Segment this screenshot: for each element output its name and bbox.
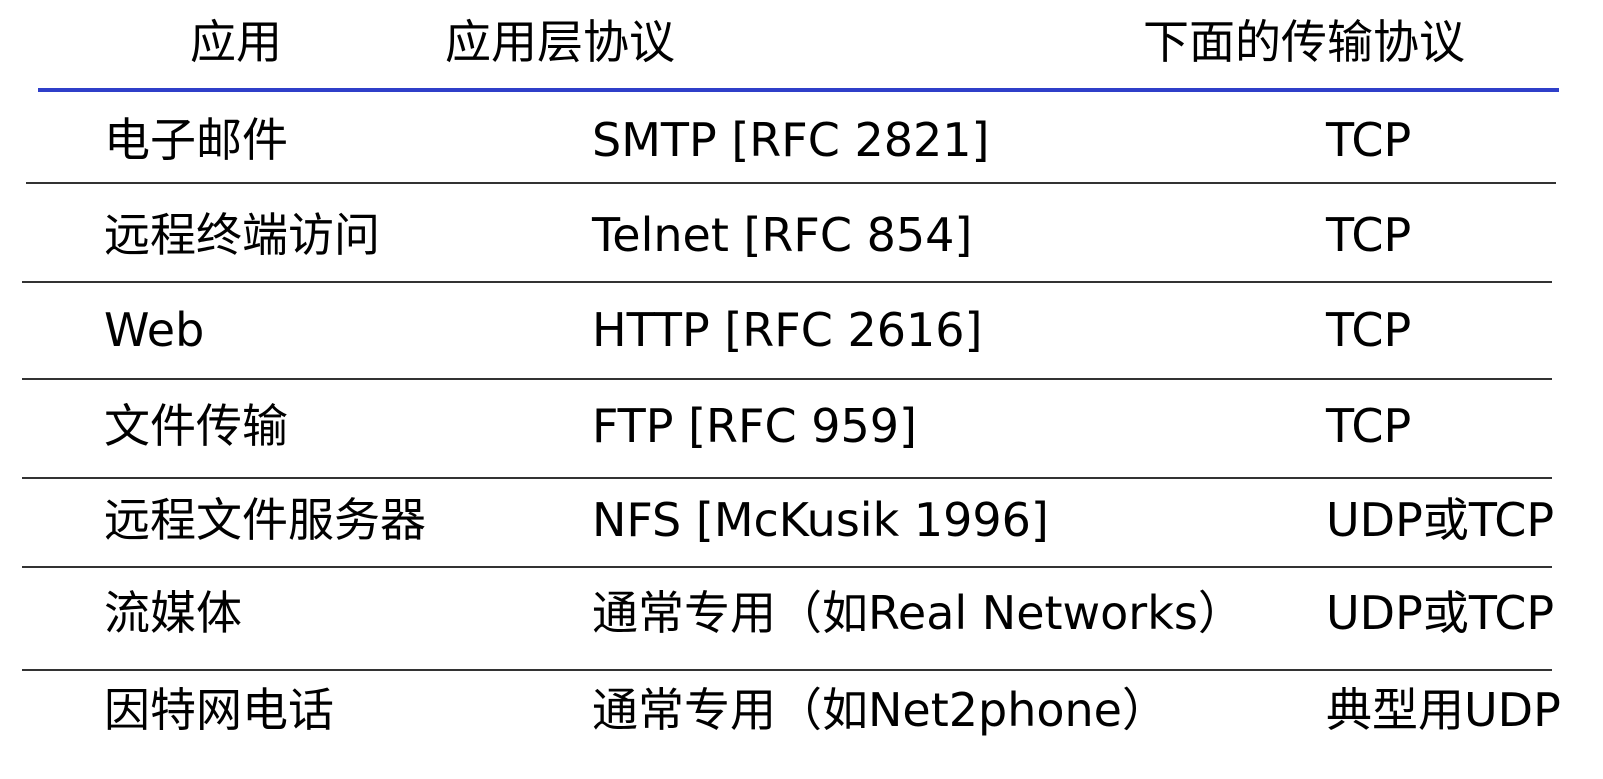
table-row: 文件传输 FTP [RFC 959] TCP <box>0 396 1603 456</box>
application-cell: 电子邮件 <box>104 113 288 167</box>
application-cell: 流媒体 <box>104 586 242 640</box>
protocol-cell: HTTP [RFC 2616] <box>592 303 983 357</box>
table-row: Web HTTP [RFC 2616] TCP <box>0 300 1603 360</box>
application-cell: 远程终端访问 <box>104 208 380 262</box>
application-cell: 文件传输 <box>104 399 288 453</box>
application-cell: 因特网电话 <box>104 683 334 737</box>
column-header-application: 应用 <box>190 15 282 69</box>
row-divider <box>26 182 1556 184</box>
transport-cell: TCP <box>1326 113 1412 167</box>
protocol-cell: SMTP [RFC 2821] <box>592 113 990 167</box>
row-divider <box>22 477 1552 479</box>
transport-cell: UDP或TCP <box>1326 586 1555 640</box>
row-divider <box>22 281 1552 283</box>
transport-cell: UDP或TCP <box>1326 493 1555 547</box>
table-row: 流媒体 通常专用（如Real Networks） UDP或TCP <box>0 583 1603 643</box>
table-row: 电子邮件 SMTP [RFC 2821] TCP <box>0 110 1603 170</box>
transport-cell: TCP <box>1326 303 1412 357</box>
protocol-cell: NFS [McKusik 1996] <box>592 493 1049 547</box>
column-header-transport-protocol: 下面的传输协议 <box>1143 15 1465 69</box>
protocol-cell: 通常专用（如Real Networks） <box>592 586 1244 640</box>
column-header-app-layer-protocol: 应用层协议 <box>445 15 675 69</box>
protocol-cell: FTP [RFC 959] <box>592 399 917 453</box>
row-divider <box>22 566 1552 568</box>
protocol-table: 应用 应用层协议 下面的传输协议 电子邮件 SMTP [RFC 2821] TC… <box>0 0 1603 779</box>
table-row: 远程文件服务器 NFS [McKusik 1996] UDP或TCP <box>0 490 1603 550</box>
table-row: 因特网电话 通常专用（如Net2phone） 典型用UDP <box>0 680 1603 740</box>
transport-cell: TCP <box>1326 208 1412 262</box>
transport-cell: 典型用UDP <box>1326 683 1561 737</box>
header-divider <box>38 88 1559 92</box>
application-cell: Web <box>104 303 205 357</box>
protocol-cell: 通常专用（如Net2phone） <box>592 683 1168 737</box>
row-divider <box>22 669 1552 671</box>
table-row: 远程终端访问 Telnet [RFC 854] TCP <box>0 205 1603 265</box>
transport-cell: TCP <box>1326 399 1412 453</box>
row-divider <box>22 378 1552 380</box>
application-cell: 远程文件服务器 <box>104 493 426 547</box>
protocol-cell: Telnet [RFC 854] <box>592 208 973 262</box>
